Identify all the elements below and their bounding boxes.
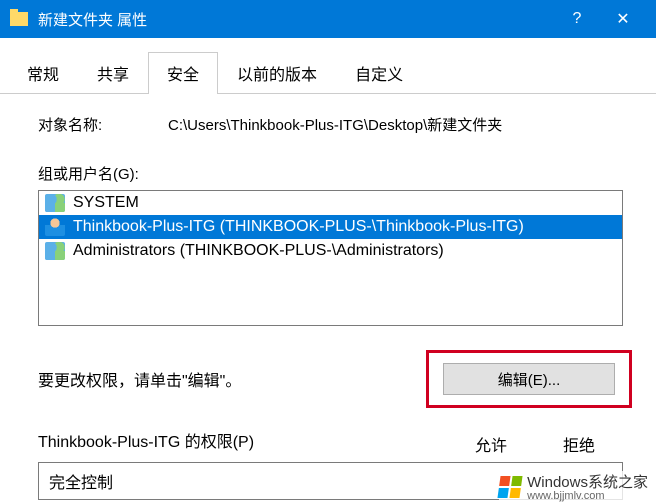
col-deny: 拒绝 [563, 432, 595, 456]
principals-list[interactable]: SYSTEM Thinkbook-Plus-ITG (THINKBOOK-PLU… [38, 190, 623, 326]
watermark-site: 系统之家 [588, 474, 648, 491]
titlebar: 新建文件夹 属性 ? ✕ [0, 0, 656, 38]
tab-previous-versions[interactable]: 以前的版本 [218, 52, 336, 93]
edit-highlight: 编辑(E)... [426, 350, 632, 408]
principal-name: SYSTEM [73, 194, 139, 212]
folder-icon [10, 12, 28, 26]
edit-hint: 要更改权限，请单击"编辑"。 [38, 367, 426, 391]
tab-security[interactable]: 安全 [148, 52, 218, 94]
help-button[interactable]: ? [554, 10, 600, 28]
close-button[interactable]: ✕ [600, 9, 646, 29]
windows-logo-icon [498, 476, 523, 498]
permission-name: 完全控制 [49, 475, 113, 492]
col-allow: 允许 [475, 432, 507, 456]
edit-button[interactable]: 编辑(E)... [443, 363, 615, 395]
groups-label: 组或用户名(G): [38, 163, 632, 184]
principal-item-admins[interactable]: Administrators (THINKBOOK-PLUS-\Administ… [39, 239, 622, 263]
window-title: 新建文件夹 属性 [38, 9, 554, 30]
object-path: C:\Users\Thinkbook-Plus-ITG\Desktop\新建文件… [168, 114, 632, 135]
tab-general[interactable]: 常规 [8, 52, 78, 93]
object-label: 对象名称: [38, 114, 168, 135]
object-row: 对象名称: C:\Users\Thinkbook-Plus-ITG\Deskto… [38, 114, 632, 135]
watermark: Windows系统之家 www.bjjmlv.com [499, 471, 648, 502]
edit-row: 要更改权限，请单击"编辑"。 编辑(E)... [38, 350, 632, 408]
tab-strip: 常规 共享 安全 以前的版本 自定义 [0, 38, 656, 94]
user-icon [45, 218, 65, 236]
group-icon [45, 242, 65, 260]
principal-item-user[interactable]: Thinkbook-Plus-ITG (THINKBOOK-PLUS-\Thin… [39, 215, 622, 239]
tab-sharing[interactable]: 共享 [78, 52, 148, 93]
principal-name: Thinkbook-Plus-ITG (THINKBOOK-PLUS-\Thin… [73, 218, 524, 236]
group-icon [45, 194, 65, 212]
tab-content: 对象名称: C:\Users\Thinkbook-Plus-ITG\Deskto… [0, 94, 656, 500]
principal-name: Administrators (THINKBOOK-PLUS-\Administ… [73, 242, 444, 260]
watermark-brand: Windows [527, 474, 588, 491]
tab-customize[interactable]: 自定义 [336, 52, 422, 93]
principal-item-system[interactable]: SYSTEM [39, 191, 622, 215]
